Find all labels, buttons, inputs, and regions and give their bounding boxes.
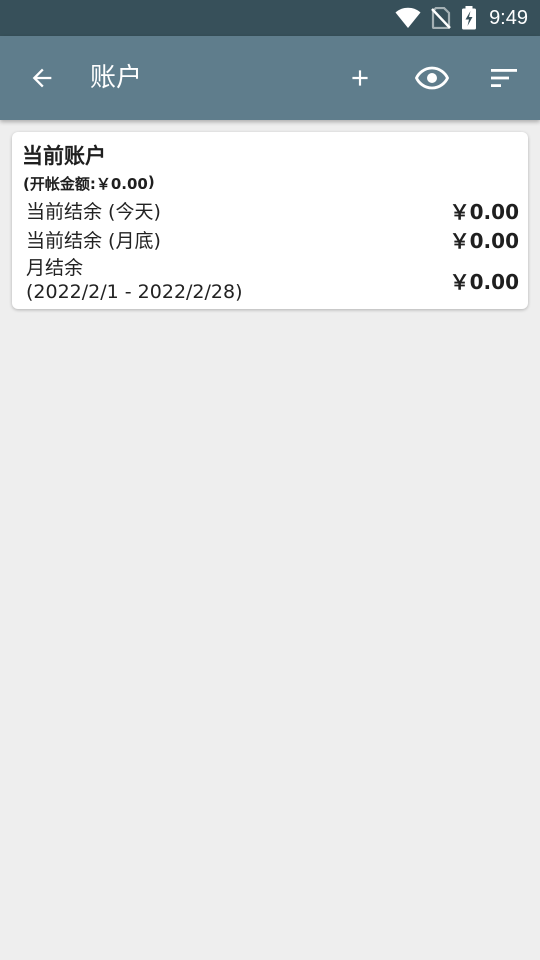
status-bar: 9:49 <box>0 0 540 36</box>
opening-balance-value: ￥0.00 <box>95 175 148 193</box>
monthly-balance-amount: ￥0.00 <box>449 269 519 294</box>
app-bar: 账户 <box>0 36 540 120</box>
balance-row-monthly: 月结余 (2022/2/1 - 2022/2/28) ￥0.00 <box>26 255 519 305</box>
visibility-button[interactable] <box>408 54 456 102</box>
eye-icon <box>415 66 449 90</box>
arrow-back-icon <box>32 68 52 88</box>
balance-month-end-amount: ￥0.00 <box>449 228 519 253</box>
account-card[interactable]: 当前账户 (开帐金额: ￥0.00 ) 当前结余 (今天) ￥0.00 当前结余… <box>12 132 528 309</box>
plus-icon <box>352 70 368 86</box>
page-title: 账户 <box>90 63 143 93</box>
monthly-balance-period: (2022/2/1 - 2022/2/28) <box>26 281 243 303</box>
wifi-icon <box>395 7 421 29</box>
opening-balance: (开帐金额: ￥0.00 ) <box>23 173 155 194</box>
sort-button[interactable] <box>480 54 528 102</box>
battery-charging-icon <box>461 6 477 30</box>
no-sim-icon <box>431 7 451 29</box>
monthly-balance-label: 月结余 <box>26 257 84 279</box>
opening-balance-label: (开帐金额: <box>23 175 96 193</box>
opening-balance-suffix: ) <box>147 173 155 191</box>
balance-today-label: 当前结余 (今天) <box>26 200 161 223</box>
balance-row-month-end: 当前结余 (月底) ￥0.00 <box>26 225 519 253</box>
balance-month-end-label: 当前结余 (月底) <box>26 229 161 252</box>
balance-today-amount: ￥0.00 <box>449 199 519 224</box>
sort-icon <box>491 69 517 87</box>
account-name: 当前账户 <box>22 144 106 168</box>
back-button[interactable] <box>18 54 66 102</box>
monthly-balance-labels: 月结余 (2022/2/1 - 2022/2/28) <box>26 256 243 304</box>
add-account-button[interactable] <box>336 54 384 102</box>
status-icons: 9:49 <box>395 0 528 36</box>
balance-row-today: 当前结余 (今天) ￥0.00 <box>26 196 519 224</box>
status-time: 9:49 <box>489 6 528 29</box>
